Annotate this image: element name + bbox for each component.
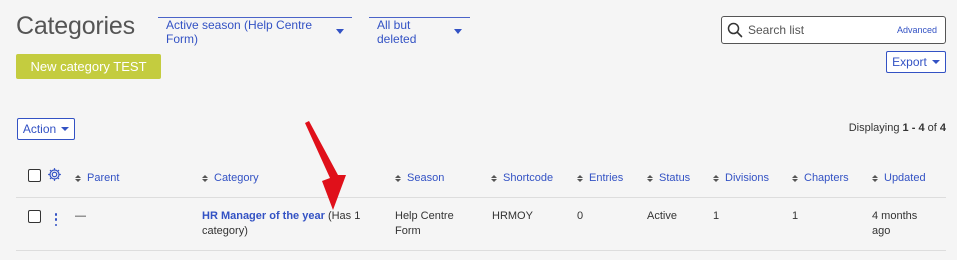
gear-icon[interactable] xyxy=(47,167,62,187)
cell-status: Active xyxy=(647,210,677,222)
pagination-of: of xyxy=(927,122,937,134)
column-header-shortcode[interactable]: Shortcode xyxy=(491,172,553,184)
action-button[interactable]: Action xyxy=(17,118,75,140)
sort-icon xyxy=(872,174,878,182)
column-header-parent[interactable]: Parent xyxy=(75,172,119,184)
chevron-down-icon xyxy=(931,60,940,64)
category-note: (Has 1 xyxy=(327,210,361,222)
search-box[interactable]: Search list Advanced xyxy=(721,16,946,44)
cell-season: Help Centre Form xyxy=(395,210,454,237)
page-title: Categories xyxy=(16,12,135,40)
column-header-chapters[interactable]: Chapters xyxy=(792,172,849,184)
pagination-to: 4 xyxy=(918,122,925,134)
state-filter-label: All but deleted xyxy=(377,17,417,46)
column-header-entries[interactable]: Entries xyxy=(577,172,623,184)
category-note-cont: category) xyxy=(202,225,248,237)
state-filter-dropdown[interactable]: All but deleted xyxy=(369,17,470,46)
export-button[interactable]: Export xyxy=(886,51,946,73)
cell-category: HR Manager of the year (Has 1 category) xyxy=(202,209,392,239)
row-checkbox[interactable] xyxy=(28,210,41,223)
chevron-down-icon xyxy=(336,29,344,34)
export-label: Export xyxy=(892,55,927,69)
cell-shortcode: HRMOY xyxy=(492,210,533,222)
cell-divisions: 1 xyxy=(713,210,720,222)
search-icon xyxy=(722,17,748,43)
season-filter-dropdown[interactable]: Active season (Help Centre Form) xyxy=(158,17,352,46)
sort-icon xyxy=(647,174,653,182)
column-header-season[interactable]: Season xyxy=(395,172,444,184)
select-all-checkbox[interactable] xyxy=(28,169,41,182)
season-filter-label: Active season (Help Centre Form) xyxy=(166,17,313,46)
table-header: Parent Category Season Shortcode Entries… xyxy=(16,160,946,198)
cell-parent: — xyxy=(75,210,86,222)
sort-icon xyxy=(75,174,81,182)
column-header-category[interactable]: Category xyxy=(202,172,259,184)
kebab-menu-icon[interactable] xyxy=(54,213,58,226)
sort-icon xyxy=(792,174,798,182)
cell-chapters: 1 xyxy=(792,210,799,222)
column-header-updated[interactable]: Updated xyxy=(872,172,926,184)
search-input[interactable]: Search list xyxy=(748,23,897,37)
sort-icon xyxy=(395,174,401,182)
sort-icon xyxy=(202,174,208,182)
sort-icon xyxy=(491,174,497,182)
chevron-down-icon xyxy=(454,29,462,34)
sort-icon xyxy=(713,174,719,182)
cell-entries: 0 xyxy=(577,210,584,222)
new-category-button[interactable]: New category TEST xyxy=(16,54,161,79)
column-header-status[interactable]: Status xyxy=(647,172,690,184)
cell-updated: 4 months ago xyxy=(872,210,918,237)
pagination-prefix: Displaying xyxy=(848,122,900,134)
category-link[interactable]: HR Manager of the year xyxy=(202,210,325,222)
action-label: Action xyxy=(22,122,57,136)
sort-icon xyxy=(577,174,583,182)
chevron-down-icon xyxy=(61,127,70,131)
column-header-divisions[interactable]: Divisions xyxy=(713,172,769,184)
pagination-total: 4 xyxy=(939,122,946,134)
advanced-search-link[interactable]: Advanced xyxy=(897,25,937,35)
pagination-dash: - xyxy=(908,122,919,134)
pagination-summary: Displaying 1 - 4 of 4 xyxy=(849,122,946,134)
table-row: — HR Manager of the year (Has 1 category… xyxy=(16,199,946,251)
